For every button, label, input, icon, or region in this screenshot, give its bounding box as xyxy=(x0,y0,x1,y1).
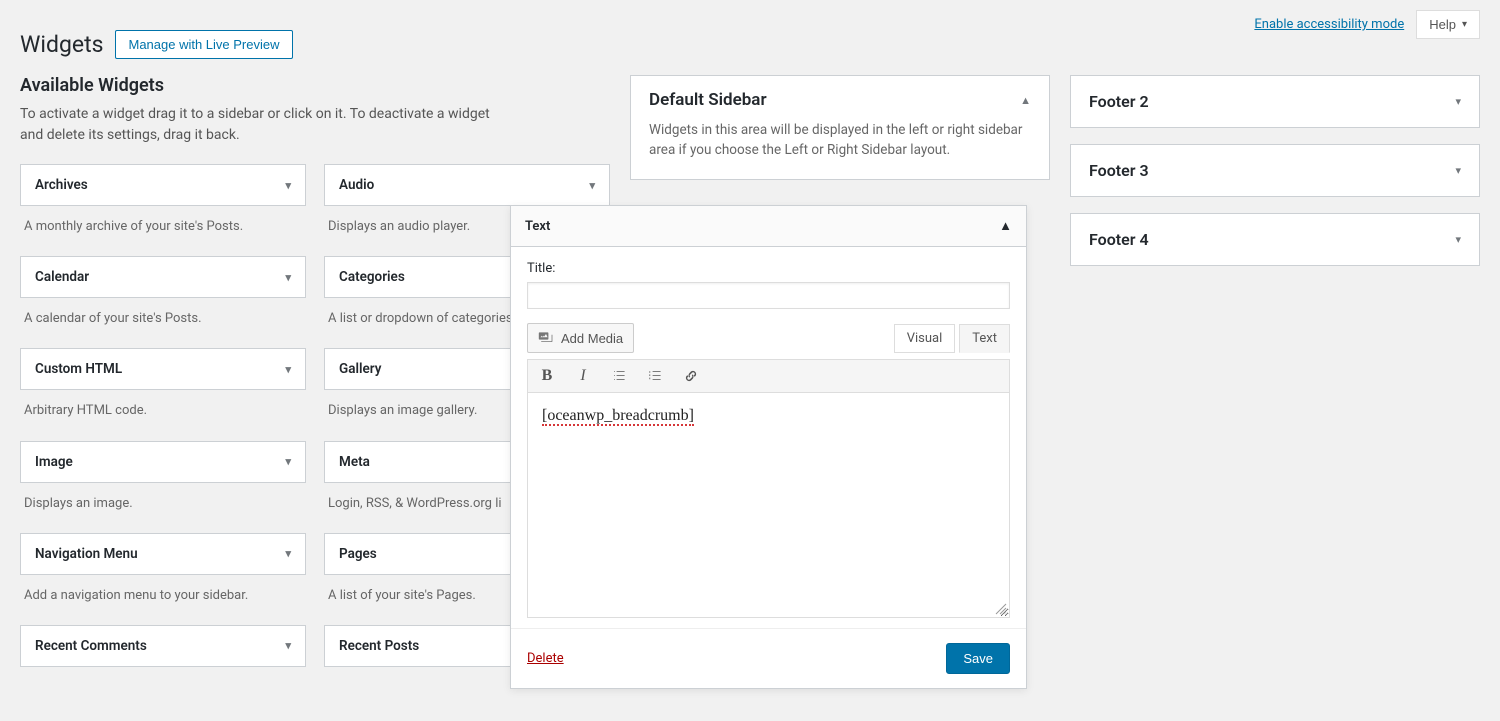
chevron-down-icon[interactable]: ▾ xyxy=(285,179,291,192)
live-preview-button[interactable]: Manage with Live Preview xyxy=(115,30,292,59)
chevron-down-icon[interactable]: ▾ xyxy=(1455,95,1461,108)
widget-name: Meta xyxy=(339,454,370,470)
widget-name: Recent Comments xyxy=(35,638,147,654)
chevron-down-icon[interactable]: ▾ xyxy=(285,547,291,560)
editor-content: [oceanwp_breadcrumb] xyxy=(542,407,694,426)
chevron-down-icon[interactable]: ▾ xyxy=(1455,233,1461,246)
available-widget: Recent Comments ▾ xyxy=(20,625,306,667)
chevron-up-icon[interactable]: ▲ xyxy=(999,218,1012,234)
widget-name: Image xyxy=(35,454,73,470)
widget-description: Add a navigation menu to your sidebar. xyxy=(20,575,306,619)
chevron-down-icon[interactable]: ▾ xyxy=(285,271,291,284)
title-input[interactable] xyxy=(527,282,1010,309)
available-widgets-heading: Available Widgets xyxy=(20,75,610,96)
footer-area-title: Footer 2 xyxy=(1089,92,1149,111)
sidebar-area-footer[interactable]: Footer 2 ▾ xyxy=(1070,75,1480,128)
widget-header[interactable]: Calendar ▾ xyxy=(20,256,306,298)
widget-name: Custom HTML xyxy=(35,361,122,377)
help-label: Help xyxy=(1429,17,1456,32)
widget-header[interactable]: Image ▾ xyxy=(20,441,306,483)
chevron-down-icon[interactable]: ▾ xyxy=(285,455,291,468)
available-widget: Archives ▾ A monthly archive of your site'… xyxy=(20,164,306,250)
sidebar-area-footer[interactable]: Footer 4 ▾ xyxy=(1070,213,1480,266)
numbered-list-button[interactable] xyxy=(644,365,666,387)
editor-toolbar: B I xyxy=(527,359,1010,393)
widget-description: A monthly archive of your site's Posts. xyxy=(20,206,306,250)
resize-handle-icon[interactable] xyxy=(995,603,1007,615)
enable-accessibility-link[interactable]: Enable accessibility mode xyxy=(1254,17,1404,32)
available-widgets-instruction: To activate a widget drag it to a sideba… xyxy=(20,104,490,146)
bullet-list-button[interactable] xyxy=(608,365,630,387)
widget-header[interactable]: Archives ▾ xyxy=(20,164,306,206)
chevron-down-icon[interactable]: ▾ xyxy=(285,363,291,376)
available-widget: Calendar ▾ A calendar of your site's Posts… xyxy=(20,256,306,342)
tab-text[interactable]: Text xyxy=(959,324,1010,353)
sidebar-area-default[interactable]: Default Sidebar ▲ Widgets in this area w… xyxy=(630,75,1050,180)
link-button[interactable] xyxy=(680,365,702,387)
sidebar-area-desc: Widgets in this area will be displayed i… xyxy=(649,120,1031,161)
text-widget-title: Text xyxy=(525,219,550,234)
widget-name: Recent Posts xyxy=(339,638,419,654)
chevron-down-icon[interactable]: ▾ xyxy=(589,179,595,192)
editor-textarea[interactable]: [oceanwp_breadcrumb] xyxy=(527,393,1010,618)
widget-description: Displays an image. xyxy=(20,483,306,527)
title-label: Title: xyxy=(527,261,555,276)
delete-link[interactable]: Delete xyxy=(527,651,564,666)
widget-name: Audio xyxy=(339,177,374,193)
available-widget: Custom HTML ▾ Arbitrary HTML code. xyxy=(20,348,306,434)
widget-name: Navigation Menu xyxy=(35,546,138,562)
widget-name: Calendar xyxy=(35,269,89,285)
sidebar-area-title: Default Sidebar xyxy=(649,90,767,110)
widget-name: Archives xyxy=(35,177,88,193)
tab-visual[interactable]: Visual xyxy=(894,324,956,353)
chevron-down-icon[interactable]: ▾ xyxy=(285,639,291,652)
widget-description: A calendar of your site's Posts. xyxy=(20,298,306,342)
widget-name: Pages xyxy=(339,546,377,562)
save-button[interactable]: Save xyxy=(946,643,1010,674)
chevron-down-icon[interactable]: ▾ xyxy=(1455,164,1461,177)
footer-area-title: Footer 3 xyxy=(1089,161,1149,180)
widget-name: Categories xyxy=(339,269,405,285)
widget-header[interactable]: Custom HTML ▾ xyxy=(20,348,306,390)
add-media-button[interactable]: Add Media xyxy=(527,323,634,353)
widget-name: Gallery xyxy=(339,361,381,377)
add-media-label: Add Media xyxy=(561,331,623,346)
widget-description: Arbitrary HTML code. xyxy=(20,390,306,434)
chevron-up-icon[interactable]: ▲ xyxy=(1020,94,1031,107)
available-widget: Navigation Menu ▾ Add a navigation menu to… xyxy=(20,533,306,619)
page-title: Widgets xyxy=(20,31,103,58)
widget-header[interactable]: Audio ▾ xyxy=(324,164,610,206)
help-button[interactable]: Help xyxy=(1416,10,1480,39)
footer-area-title: Footer 4 xyxy=(1089,230,1149,249)
sidebar-area-footer[interactable]: Footer 3 ▾ xyxy=(1070,144,1480,197)
widget-header[interactable]: Navigation Menu ▾ xyxy=(20,533,306,575)
available-widget: Image ▾ Displays an image. xyxy=(20,441,306,527)
italic-button[interactable]: I xyxy=(572,365,594,387)
bold-button[interactable]: B xyxy=(536,365,558,387)
text-widget-panel: Text ▲ Title: Add Media Visual Text xyxy=(510,205,1027,689)
widget-header[interactable]: Recent Comments ▾ xyxy=(20,625,306,667)
media-icon xyxy=(538,330,554,346)
